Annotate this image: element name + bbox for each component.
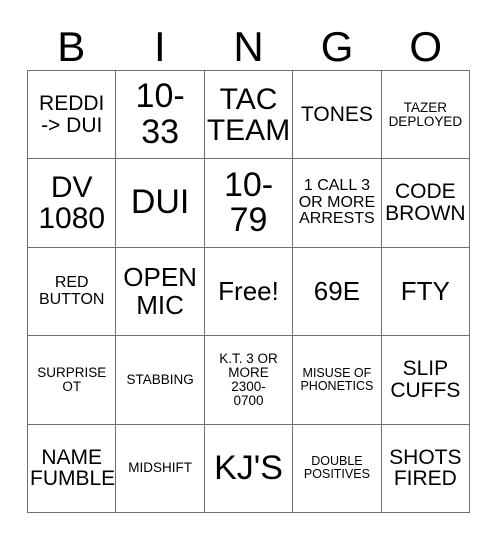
bingo-cell-label: SURPRISE OT bbox=[37, 364, 107, 394]
bingo-cell-label: 10- 79 bbox=[223, 165, 274, 240]
bingo-cell-free-space[interactable]: Free! bbox=[204, 247, 294, 337]
bingo-cell[interactable]: NAME FUMBLE bbox=[28, 424, 117, 514]
bingo-cell-label: REDDI -> DUI bbox=[39, 91, 105, 137]
bingo-cell-label: 1 CALL 3 OR MORE ARRESTS bbox=[298, 177, 376, 228]
bingo-cell-label: SLIP CUFFS bbox=[390, 357, 461, 402]
bingo-cell[interactable]: RED BUTTON bbox=[28, 247, 117, 337]
header-letter-n: N bbox=[233, 23, 264, 70]
bingo-cell[interactable]: SHOTS FIRED bbox=[381, 424, 471, 514]
bingo-cell[interactable]: DV 1080 bbox=[28, 159, 117, 248]
bingo-cell[interactable]: 69E bbox=[293, 247, 382, 337]
header-letter-o: O bbox=[409, 23, 442, 70]
bingo-cell[interactable]: TONES bbox=[293, 71, 382, 160]
bingo-cell-label: DV 1080 bbox=[38, 170, 106, 236]
bingo-grid: REDDI -> DUI 10- 33 TAC TEAM TONES TAZER… bbox=[27, 70, 471, 514]
bingo-cell[interactable]: KJ'S bbox=[204, 424, 294, 514]
bingo-row: SURPRISE OT STABBING K.T. 3 OR MORE 2300… bbox=[28, 336, 471, 425]
bingo-cell[interactable]: 10- 33 bbox=[116, 71, 205, 160]
bingo-cell-label: K.T. 3 OR MORE 2300- 0700 bbox=[219, 350, 278, 408]
bingo-cell-label: 10- 33 bbox=[135, 77, 185, 151]
bingo-cell-label: CODE BROWN bbox=[385, 180, 466, 226]
bingo-cell-label: RED BUTTON bbox=[38, 273, 105, 308]
bingo-cell-label: STABBING bbox=[126, 371, 194, 387]
bingo-row: REDDI -> DUI 10- 33 TAC TEAM TONES TAZER… bbox=[28, 71, 471, 160]
bingo-header-row: B I N G O bbox=[27, 12, 470, 70]
bingo-card: B I N G O REDDI -> DUI 10- 33 TAC TEAM T… bbox=[0, 0, 500, 544]
bingo-cell-label: Free! bbox=[218, 276, 279, 306]
bingo-cell[interactable]: 10- 79 bbox=[204, 159, 294, 248]
bingo-cell-label: MISUSE OF PHONETICS bbox=[300, 365, 374, 393]
bingo-cell[interactable]: MISUSE OF PHONETICS bbox=[293, 336, 382, 425]
header-letter-i: I bbox=[154, 23, 166, 70]
bingo-cell[interactable]: SURPRISE OT bbox=[28, 336, 117, 425]
bingo-cell-label: MIDSHIFT bbox=[128, 460, 192, 476]
bingo-cell[interactable]: 1 CALL 3 OR MORE ARRESTS bbox=[293, 159, 382, 248]
bingo-row: RED BUTTON OPEN MIC Free! 69E FTY bbox=[28, 247, 471, 337]
header-letter-b: B bbox=[57, 23, 86, 70]
bingo-cell[interactable]: CODE BROWN bbox=[381, 159, 471, 248]
bingo-cell-label: TAC TEAM bbox=[206, 82, 291, 147]
bingo-cell[interactable]: DUI bbox=[116, 159, 205, 248]
bingo-cell[interactable]: OPEN MIC bbox=[116, 247, 205, 337]
bingo-cell[interactable]: REDDI -> DUI bbox=[28, 71, 117, 160]
bingo-cell[interactable]: STABBING bbox=[116, 336, 205, 425]
bingo-cell-label: SHOTS FIRED bbox=[389, 445, 462, 491]
bingo-cell-label: NAME FUMBLE bbox=[30, 445, 116, 491]
bingo-row: NAME FUMBLE MIDSHIFT KJ'S DOUBLE POSITIV… bbox=[28, 424, 471, 514]
bingo-cell[interactable]: FTY bbox=[381, 247, 471, 337]
bingo-cell-label: 69E bbox=[313, 276, 361, 306]
bingo-cell-label: DOUBLE POSITIVES bbox=[303, 454, 370, 482]
bingo-cell-label: FTY bbox=[400, 276, 450, 306]
bingo-cell-label: TONES bbox=[300, 102, 373, 126]
bingo-cell-label: OPEN MIC bbox=[123, 262, 197, 320]
bingo-cell-label: TAZER DEPLOYED bbox=[388, 99, 463, 129]
bingo-cell[interactable]: K.T. 3 OR MORE 2300- 0700 bbox=[204, 336, 294, 425]
bingo-cell-label: KJ'S bbox=[214, 448, 283, 487]
header-letter-g: G bbox=[320, 23, 354, 70]
bingo-cell[interactable]: SLIP CUFFS bbox=[381, 336, 471, 425]
bingo-cell[interactable]: TAC TEAM bbox=[204, 71, 294, 160]
bingo-cell[interactable]: TAZER DEPLOYED bbox=[381, 71, 471, 160]
bingo-cell-label: DUI bbox=[130, 183, 190, 222]
bingo-cell[interactable]: DOUBLE POSITIVES bbox=[293, 424, 382, 514]
bingo-row: DV 1080 DUI 10- 79 1 CALL 3 OR MORE ARRE… bbox=[28, 159, 471, 248]
bingo-cell[interactable]: MIDSHIFT bbox=[116, 424, 205, 514]
